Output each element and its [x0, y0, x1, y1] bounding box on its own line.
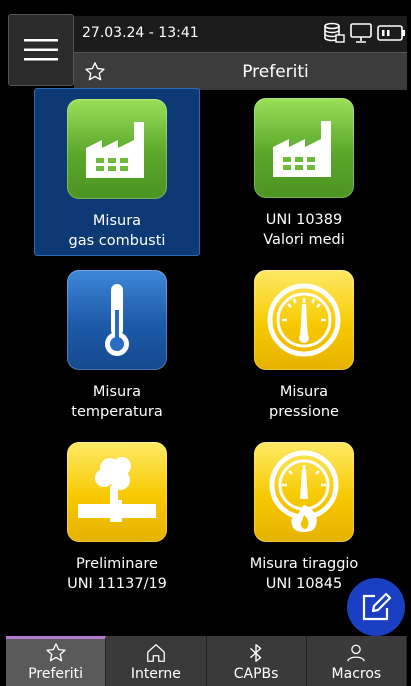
edit-favorites-button[interactable]: [347, 578, 405, 636]
gas-leak-icon: [78, 457, 156, 522]
tile-icon-bg: [67, 442, 167, 542]
edit-icon: [362, 592, 392, 621]
tile-icon-bg: [254, 98, 354, 198]
tile-label: UNI 10389 Valori medi: [263, 210, 344, 250]
nav-preferiti[interactable]: Preferiti: [6, 636, 107, 686]
tile-label-line2: pressione: [269, 404, 339, 420]
draft-gauge-icon: [269, 450, 339, 532]
tile-uni-10389-valori-medi[interactable]: UNI 10389 Valori medi: [221, 88, 387, 256]
tile-icon-bg: [67, 99, 167, 199]
tile-label-line1: Misura: [279, 384, 329, 400]
tile-label: Misura tiraggio UNI 10845: [250, 554, 359, 594]
hamburger-icon: [24, 39, 58, 61]
nav-macros[interactable]: Macros: [307, 636, 407, 686]
tile-label-line1: Preliminare: [76, 556, 158, 572]
tile-icon-bg: [254, 270, 354, 370]
nav-label: CAPBs: [233, 666, 279, 682]
tile-label-line2: UNI 11137/19: [67, 576, 167, 592]
title-bar: Preferiti: [74, 52, 407, 90]
gauge-icon: [267, 283, 341, 357]
database-icon: [324, 22, 345, 43]
tile-label-line2: gas combusti: [68, 233, 166, 249]
nav-capbs[interactable]: CAPBs: [207, 636, 307, 686]
tile-icon-bg: [254, 442, 354, 542]
home-icon: [146, 644, 165, 662]
tile-label-line2: UNI 10845: [265, 576, 343, 592]
tile-label-line2: Valori medi: [263, 232, 345, 248]
bottom-nav: Preferiti Interne CAPBs Macros: [6, 636, 407, 686]
tile-label: Misura pressione: [269, 382, 339, 422]
page-title: Preferiti: [242, 62, 309, 82]
factory-icon: [273, 121, 331, 177]
nav-label: Interne: [130, 666, 181, 682]
nav-label: Macros: [331, 666, 382, 682]
tile-label-line2: temperatura: [71, 404, 163, 420]
tile-label-line1: Misura tiraggio: [249, 556, 359, 572]
thermometer-icon: [105, 284, 129, 356]
tile-misura-temperatura[interactable]: Misura temperatura: [34, 260, 200, 428]
battery-icon: [377, 25, 405, 41]
status-icons: [323, 22, 407, 44]
tile-misura-gas-combusti[interactable]: Misura gas combusti: [34, 88, 200, 256]
menu-button[interactable]: [8, 14, 74, 86]
tile-label-line1: Misura: [92, 213, 142, 229]
monitor-icon: [350, 23, 372, 43]
tile-label: Preliminare UNI 11137/19: [67, 554, 167, 594]
factory-icon: [86, 122, 144, 178]
tile-misura-pressione[interactable]: Misura pressione: [221, 260, 387, 428]
tile-preliminare-uni-11137[interactable]: Preliminare UNI 11137/19: [34, 432, 200, 600]
status-bar: 27.03.24 - 13:41: [74, 16, 407, 52]
user-icon: [347, 644, 366, 662]
nav-label: Preferiti: [28, 666, 84, 682]
datetime: 27.03.24 - 13:41: [82, 25, 199, 41]
app-screen: 27.03.24 - 13:41 Preferiti Misura gas co…: [6, 8, 407, 686]
star-icon: [46, 643, 66, 662]
tile-icon-bg: [67, 270, 167, 370]
nav-interne[interactable]: Interne: [106, 636, 207, 686]
tile-misura-tiraggio-uni-10845[interactable]: Misura tiraggio UNI 10845: [221, 432, 387, 600]
tile-label: Misura temperatura: [71, 382, 162, 422]
tile-label-line1: UNI 10389: [265, 212, 343, 228]
tile-label: Misura gas combusti: [69, 211, 166, 251]
tile-label-line1: Misura: [92, 384, 142, 400]
bluetooth-icon: [250, 644, 262, 662]
